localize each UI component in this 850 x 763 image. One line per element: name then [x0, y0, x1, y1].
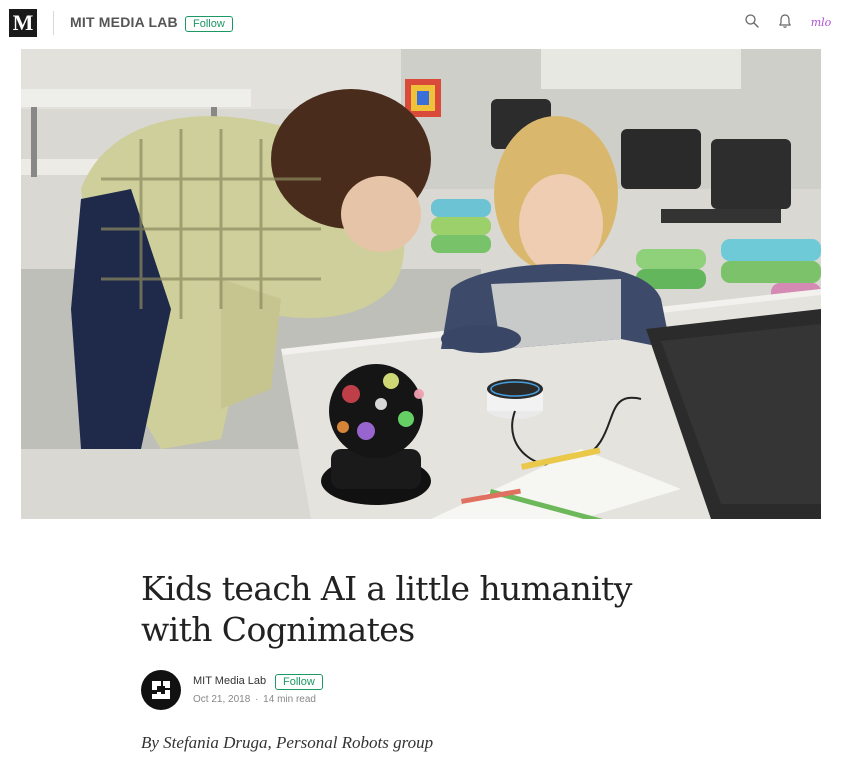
article-meta: Oct 21, 2018 · 14 min read	[193, 694, 316, 705]
top-navigation-bar: M MIT MEDIA LAB Follow mlo	[0, 0, 850, 48]
hero-image	[21, 49, 821, 519]
read-time: 14 min read	[263, 694, 316, 705]
publish-date: Oct 21, 2018	[193, 694, 251, 705]
publication-avatar[interactable]	[141, 670, 181, 710]
media-lab-logo-icon	[152, 681, 170, 699]
article-title: Kids teach AI a little humanity with Cog…	[141, 569, 632, 649]
byline-follow-button[interactable]: Follow	[275, 674, 323, 690]
byline-publication-name[interactable]: MIT Media Lab	[193, 675, 266, 687]
meta-separator: ·	[255, 694, 259, 705]
user-avatar[interactable]: mlo	[806, 13, 836, 31]
author-line: By Stefania Druga, Personal Robots group	[141, 733, 434, 752]
bell-icon[interactable]	[777, 13, 793, 29]
header-divider	[53, 11, 54, 35]
follow-button[interactable]: Follow	[185, 16, 233, 32]
search-icon[interactable]	[744, 13, 760, 29]
publication-name[interactable]: MIT MEDIA LAB	[70, 14, 178, 30]
medium-logo[interactable]: M	[9, 9, 37, 37]
